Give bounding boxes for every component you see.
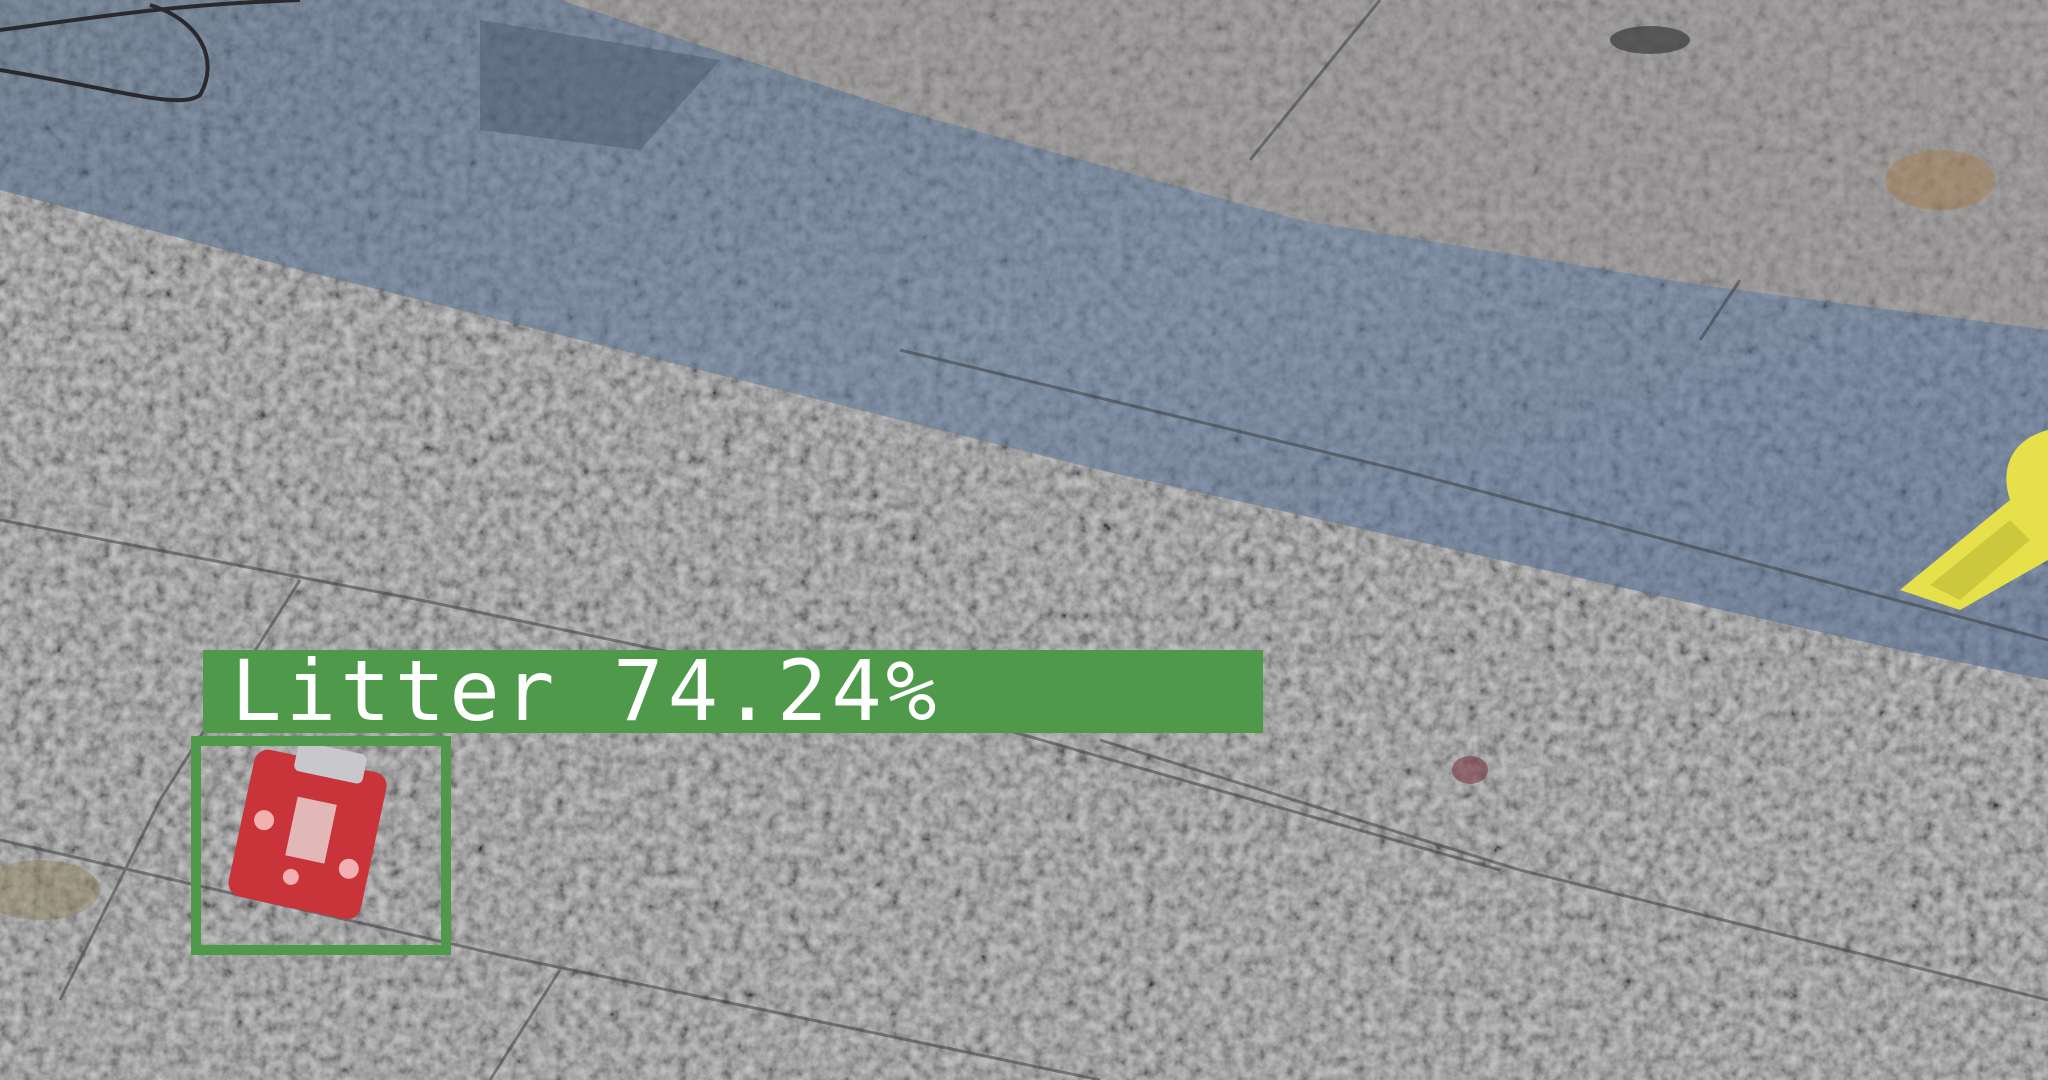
debris-top: [1610, 26, 1690, 54]
detection-bounding-box: [191, 736, 451, 955]
stain-top-right: [1885, 150, 1995, 210]
detection-label: Litter 74.24%: [203, 642, 1263, 740]
stain-red: [1452, 756, 1488, 784]
detection-label-text: Litter 74.24%: [231, 642, 941, 740]
photo-scene: Litter 74.24%: [0, 0, 2048, 1080]
